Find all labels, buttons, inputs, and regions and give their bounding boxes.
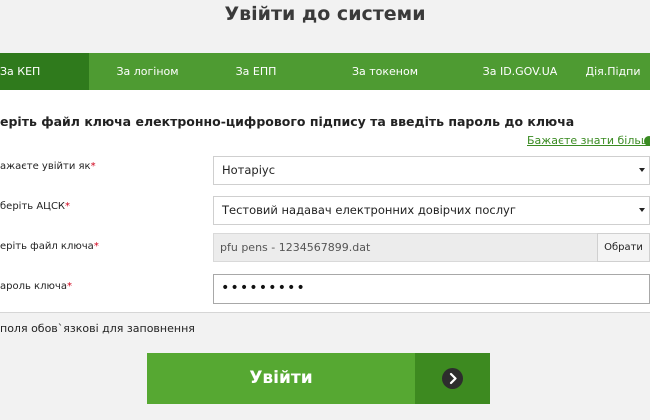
submit-label: Увійти	[249, 368, 313, 388]
acsk-select[interactable]: Тестовий надавач електронних довірчих по…	[213, 196, 650, 225]
tab-id-gov-ua[interactable]: За ID.GOV.UA	[464, 53, 576, 90]
login-as-label: ажаєте увійти як*	[0, 161, 96, 172]
form-instruction: еріть файл ключа електронно-цифрового пі…	[0, 114, 575, 129]
acsk-value: Тестовий надавач електронних довірчих по…	[222, 203, 516, 217]
chevron-down-icon	[639, 168, 645, 172]
required-note: поля обов`язкові для заповнення	[0, 322, 195, 335]
chevron-down-icon	[639, 208, 645, 212]
key-file-field[interactable]: pfu pens - 1234567899.dat	[213, 233, 598, 262]
submit-arrow-area[interactable]	[415, 353, 490, 404]
login-as-value: Нотаріус	[222, 163, 276, 177]
login-form-panel: еріть файл ключа електронно-цифрового пі…	[0, 90, 650, 313]
arrow-right-circle-icon	[442, 368, 463, 389]
submit-button[interactable]: Увійти	[147, 353, 490, 404]
key-file-label: еріть файл ключа*	[0, 241, 99, 252]
password-label: ароль ключа*	[0, 281, 72, 292]
info-circle-icon[interactable]	[644, 136, 650, 146]
tab-token[interactable]: За токеном	[306, 53, 464, 90]
login-method-tabs: За КЕП За логіном За ЕПП За токеном За I…	[0, 53, 650, 90]
tab-diia-pidpys[interactable]: Дія.Підпи	[576, 53, 650, 90]
password-input[interactable]: •••••••••	[213, 274, 650, 304]
tab-kep[interactable]: За КЕП	[0, 53, 89, 90]
learn-more-link[interactable]: Бажаєте знати більше	[527, 134, 650, 147]
acsk-label: беріть АЦСК*	[0, 201, 71, 212]
page-title: Увійти до системи	[224, 3, 426, 25]
tab-login[interactable]: За логіном	[89, 53, 206, 90]
browse-button[interactable]: Обрати	[597, 233, 650, 262]
login-as-select[interactable]: Нотаріус	[213, 156, 650, 185]
tab-epp[interactable]: За ЕПП	[206, 53, 306, 90]
